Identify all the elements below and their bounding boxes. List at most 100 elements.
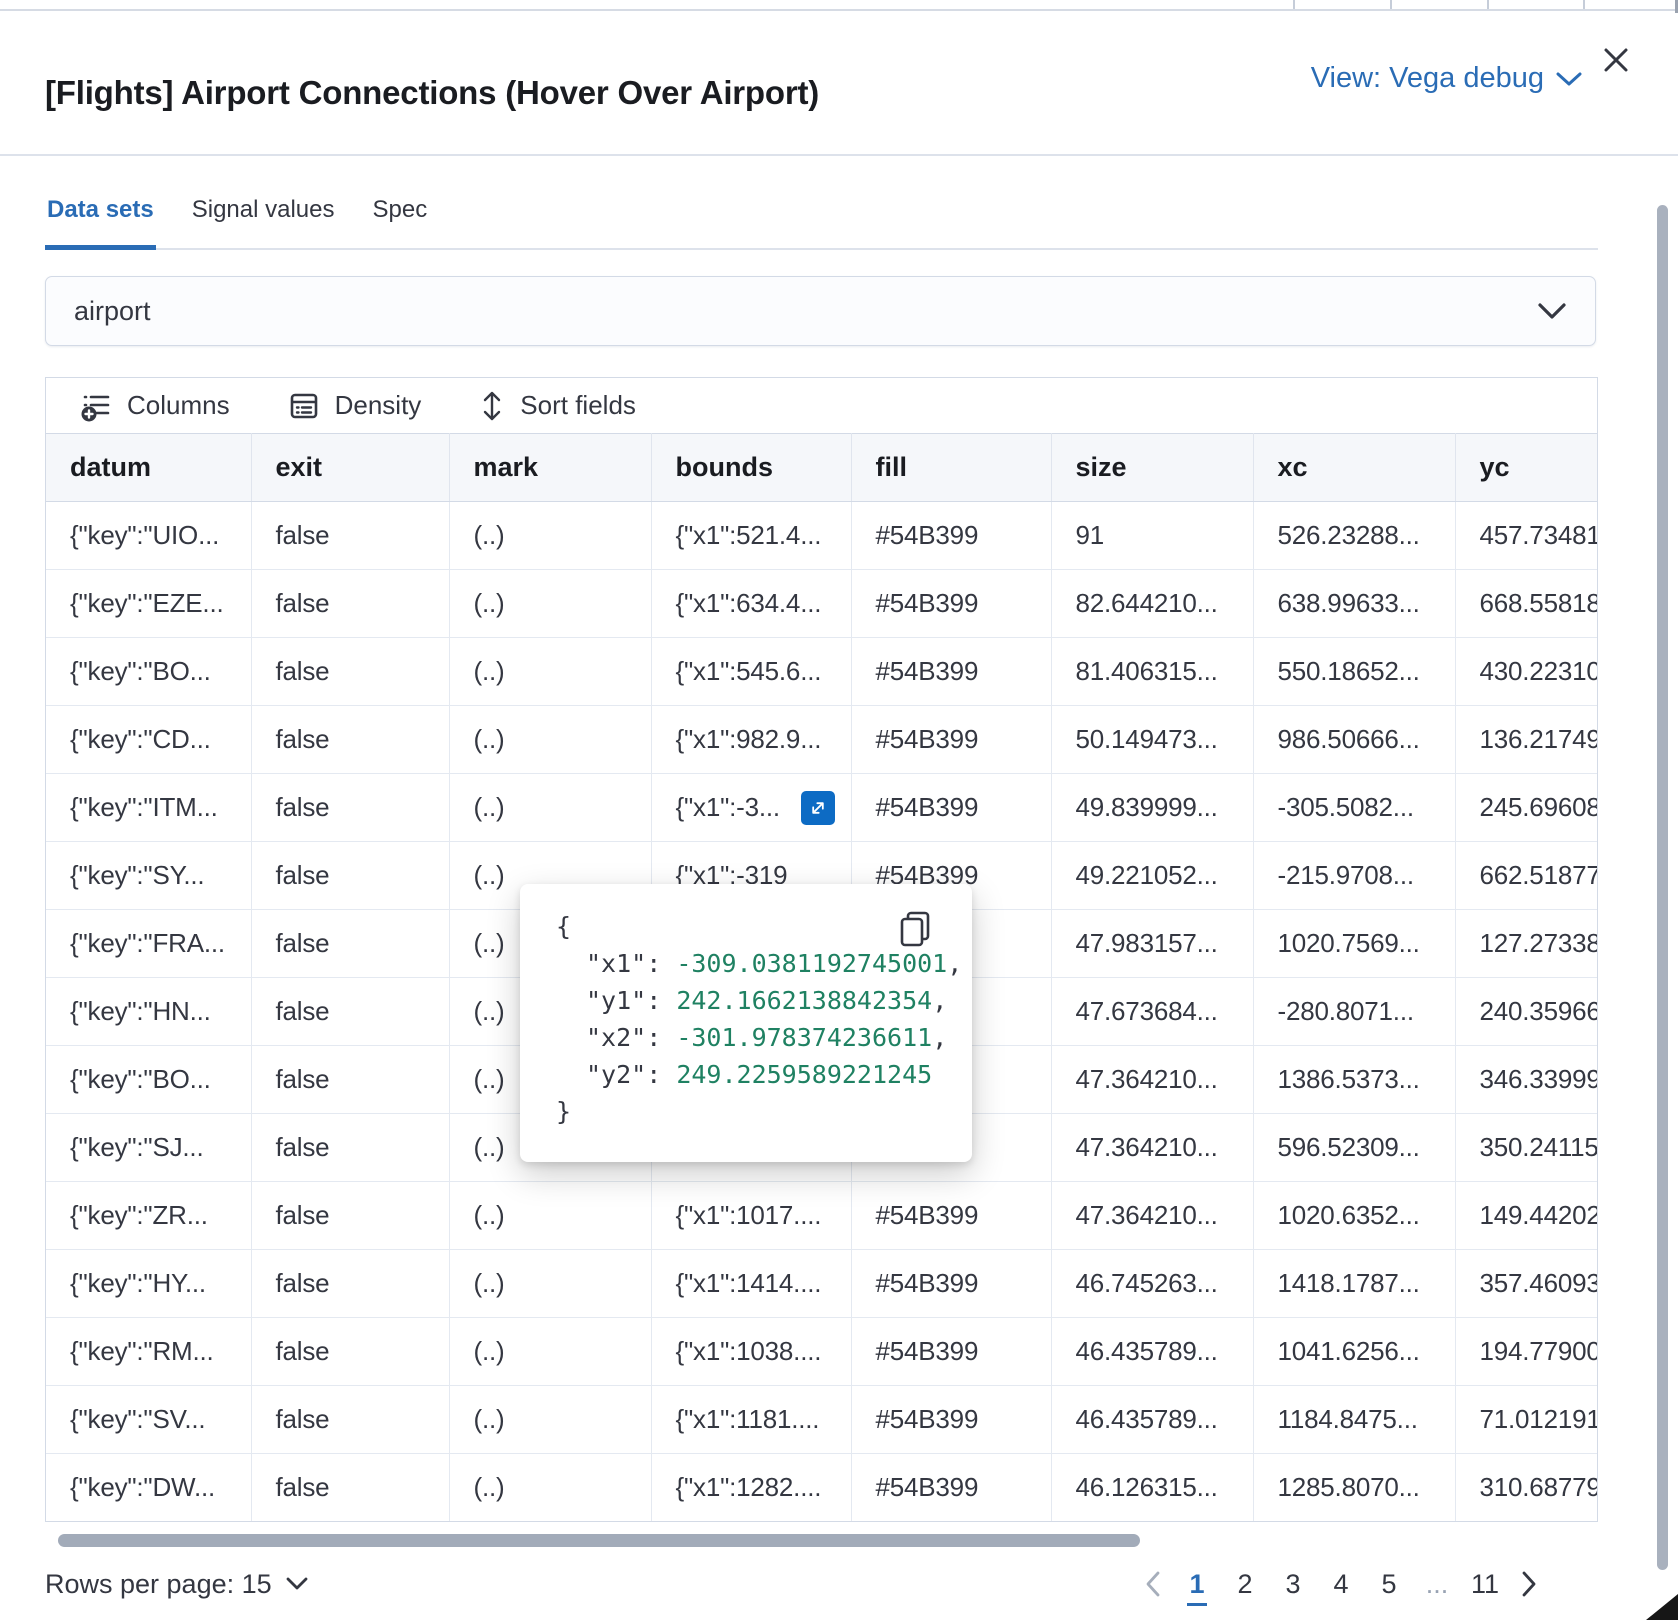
cell-size[interactable]: 47.983157... — [1051, 910, 1253, 978]
cell-xc[interactable]: 1184.8475... — [1253, 1386, 1455, 1454]
cell-mark[interactable]: (..) — [449, 1182, 651, 1250]
cell-datum[interactable]: {"key":"BO... — [46, 638, 251, 706]
cell-size[interactable]: 91 — [1051, 502, 1253, 570]
cell-xc[interactable]: -280.8071... — [1253, 978, 1455, 1046]
cell-xc[interactable]: 1386.5373... — [1253, 1046, 1455, 1114]
page-button-1[interactable]: 1 — [1177, 1560, 1217, 1608]
cell-exit[interactable]: false — [251, 1114, 449, 1182]
cell-datum[interactable]: {"key":"HN... — [46, 978, 251, 1046]
tab-spec[interactable]: Spec — [371, 186, 430, 248]
cell-xc[interactable]: -215.9708... — [1253, 842, 1455, 910]
cell-datum[interactable]: {"key":"UIO... — [46, 502, 251, 570]
cell-fill[interactable]: #54B399 — [851, 774, 1051, 842]
cell-yc[interactable]: 310.68779 — [1455, 1454, 1597, 1522]
horizontal-scrollbar-thumb[interactable] — [58, 1534, 1140, 1547]
cell-bounds[interactable]: {"x1":1038.... — [651, 1318, 851, 1386]
cell-size[interactable]: 46.435789... — [1051, 1318, 1253, 1386]
cell-exit[interactable]: false — [251, 638, 449, 706]
cell-bounds[interactable]: {"x1":521.4... — [651, 502, 851, 570]
column-header-datum[interactable]: datum — [46, 434, 251, 502]
cell-bounds[interactable]: {"x1":-3... — [651, 774, 851, 842]
page-button-5[interactable]: 5 — [1369, 1560, 1409, 1608]
sort-fields-button[interactable]: Sort fields — [479, 389, 636, 423]
cell-xc[interactable]: 1418.1787... — [1253, 1250, 1455, 1318]
previous-page-button[interactable] — [1137, 1560, 1169, 1608]
cell-mark[interactable]: (..) — [449, 774, 651, 842]
cell-fill[interactable]: #54B399 — [851, 1318, 1051, 1386]
cell-datum[interactable]: {"key":"SY... — [46, 842, 251, 910]
cell-size[interactable]: 46.126315... — [1051, 1454, 1253, 1522]
cell-exit[interactable]: false — [251, 1046, 449, 1114]
cell-yc[interactable]: 350.24115 — [1455, 1114, 1597, 1182]
column-header-size[interactable]: size — [1051, 434, 1253, 502]
cell-fill[interactable]: #54B399 — [851, 706, 1051, 774]
tab-data-sets[interactable]: Data sets — [45, 186, 156, 248]
cell-exit[interactable]: false — [251, 1182, 449, 1250]
cell-fill[interactable]: #54B399 — [851, 502, 1051, 570]
cell-mark[interactable]: (..) — [449, 502, 651, 570]
cell-exit[interactable]: false — [251, 1318, 449, 1386]
column-header-yc[interactable]: yc — [1455, 434, 1597, 502]
cell-yc[interactable]: 136.21749 — [1455, 706, 1597, 774]
cell-yc[interactable]: 346.33999 — [1455, 1046, 1597, 1114]
cell-mark[interactable]: (..) — [449, 706, 651, 774]
cell-exit[interactable]: false — [251, 978, 449, 1046]
cell-datum[interactable]: {"key":"EZE... — [46, 570, 251, 638]
vertical-scrollbar-thumb[interactable] — [1657, 205, 1668, 1570]
cell-datum[interactable]: {"key":"FRA... — [46, 910, 251, 978]
cell-exit[interactable]: false — [251, 842, 449, 910]
cell-exit[interactable]: false — [251, 1250, 449, 1318]
cell-size[interactable]: 49.839999... — [1051, 774, 1253, 842]
cell-datum[interactable]: {"key":"DW... — [46, 1454, 251, 1522]
cell-mark[interactable]: (..) — [449, 570, 651, 638]
cell-yc[interactable]: 668.55818 — [1455, 570, 1597, 638]
rows-per-page-button[interactable]: Rows per page: 15 — [45, 1569, 308, 1600]
cell-xc[interactable]: 1285.8070... — [1253, 1454, 1455, 1522]
cell-yc[interactable]: 357.46093 — [1455, 1250, 1597, 1318]
cell-xc[interactable]: -305.5082... — [1253, 774, 1455, 842]
cell-xc[interactable]: 1020.7569... — [1253, 910, 1455, 978]
cell-datum[interactable]: {"key":"ITM... — [46, 774, 251, 842]
cell-yc[interactable]: 127.27338 — [1455, 910, 1597, 978]
cell-size[interactable]: 47.673684... — [1051, 978, 1253, 1046]
cell-fill[interactable]: #54B399 — [851, 1250, 1051, 1318]
column-header-fill[interactable]: fill — [851, 434, 1051, 502]
cell-size[interactable]: 81.406315... — [1051, 638, 1253, 706]
cell-exit[interactable]: false — [251, 774, 449, 842]
columns-button[interactable]: Columns — [80, 390, 230, 422]
cell-bounds[interactable]: {"x1":1181.... — [651, 1386, 851, 1454]
cell-fill[interactable]: #54B399 — [851, 1454, 1051, 1522]
cell-exit[interactable]: false — [251, 502, 449, 570]
cell-yc[interactable]: 662.51877 — [1455, 842, 1597, 910]
cell-mark[interactable]: (..) — [449, 638, 651, 706]
dataset-select[interactable]: airport — [45, 276, 1596, 346]
page-button-11[interactable]: 11 — [1465, 1560, 1505, 1608]
cell-yc[interactable]: 149.44202 — [1455, 1182, 1597, 1250]
page-button-2[interactable]: 2 — [1225, 1560, 1265, 1608]
cell-datum[interactable]: {"key":"SJ... — [46, 1114, 251, 1182]
cell-exit[interactable]: false — [251, 570, 449, 638]
cell-xc[interactable]: 986.50666... — [1253, 706, 1455, 774]
cell-yc[interactable]: 194.77900 — [1455, 1318, 1597, 1386]
density-button[interactable]: Density — [288, 390, 422, 422]
cell-datum[interactable]: {"key":"BO... — [46, 1046, 251, 1114]
next-page-button[interactable] — [1513, 1560, 1545, 1608]
cell-bounds[interactable]: {"x1":545.6... — [651, 638, 851, 706]
expand-cell-button[interactable] — [801, 791, 835, 825]
cell-size[interactable]: 82.644210... — [1051, 570, 1253, 638]
cell-exit[interactable]: false — [251, 1454, 449, 1522]
cell-size[interactable]: 47.364210... — [1051, 1182, 1253, 1250]
cell-xc[interactable]: 1020.6352... — [1253, 1182, 1455, 1250]
cell-fill[interactable]: #54B399 — [851, 1386, 1051, 1454]
cell-fill[interactable]: #54B399 — [851, 1182, 1051, 1250]
cell-yc[interactable]: 245.69608 — [1455, 774, 1597, 842]
view-selector[interactable]: View: Vega debug — [1311, 62, 1582, 95]
cell-xc[interactable]: 596.52309... — [1253, 1114, 1455, 1182]
copy-button[interactable] — [898, 910, 932, 948]
cell-size[interactable]: 50.149473... — [1051, 706, 1253, 774]
cell-datum[interactable]: {"key":"HY... — [46, 1250, 251, 1318]
cell-xc[interactable]: 638.99633... — [1253, 570, 1455, 638]
cell-bounds[interactable]: {"x1":982.9... — [651, 706, 851, 774]
cell-exit[interactable]: false — [251, 1386, 449, 1454]
cell-datum[interactable]: {"key":"CD... — [46, 706, 251, 774]
